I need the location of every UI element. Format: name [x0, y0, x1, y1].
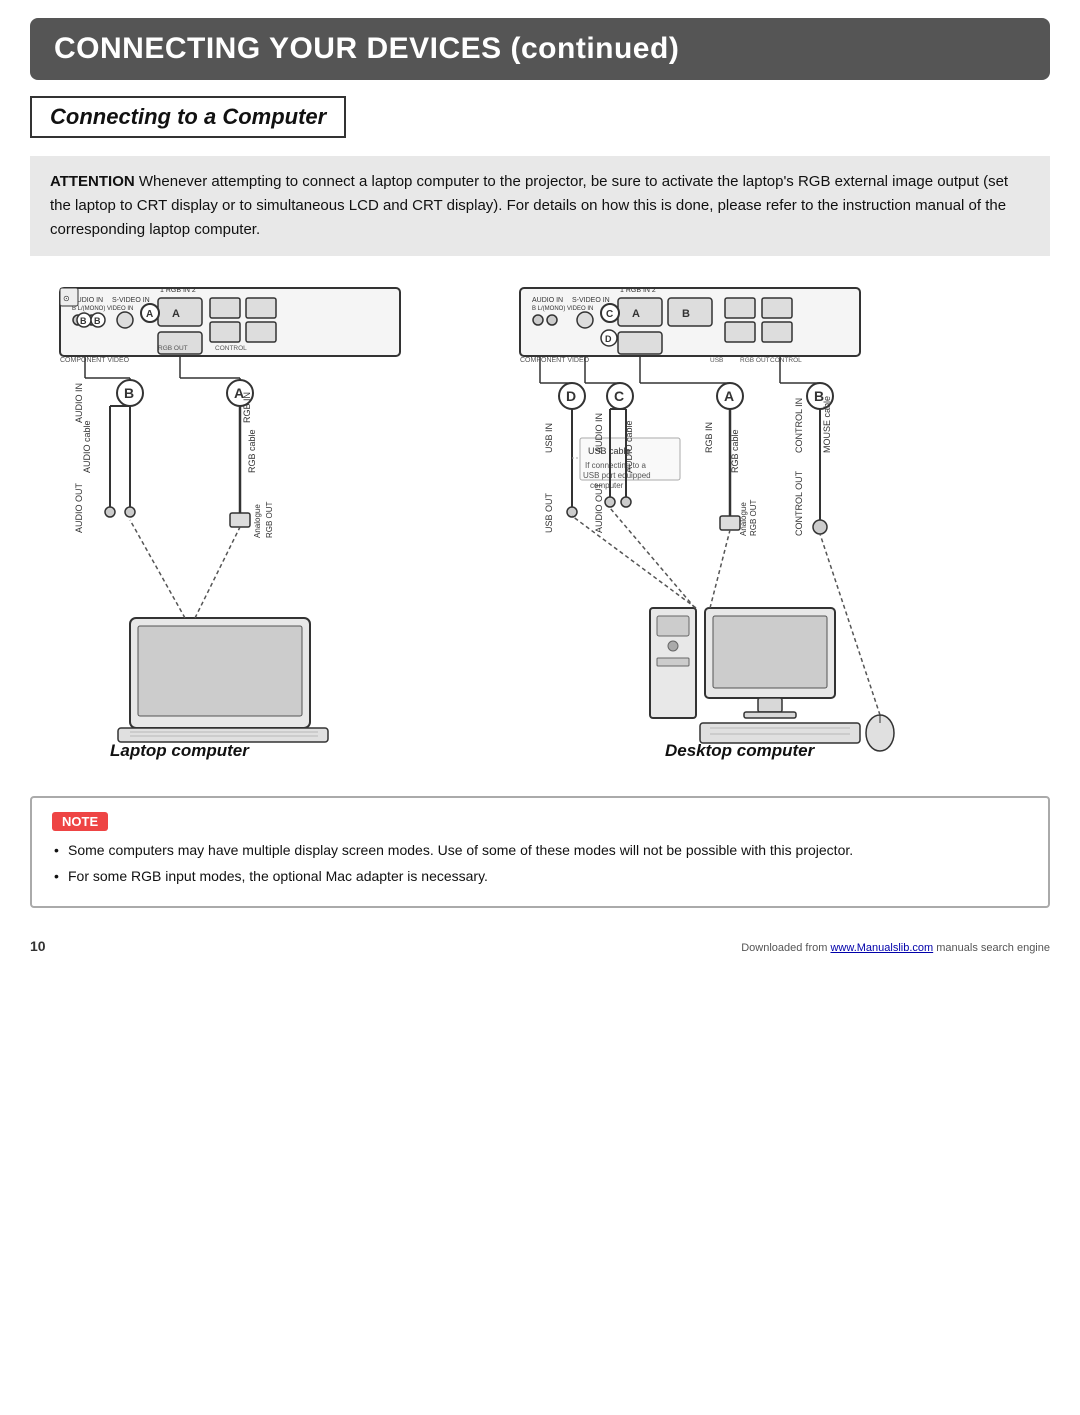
page-container: CONNECTING YOUR DEVICES (continued) Conn…: [0, 18, 1080, 1415]
attention-label: ATTENTION: [50, 173, 135, 190]
svg-text:Analogue: Analogue: [253, 504, 262, 538]
svg-text:AUDIO IN: AUDIO IN: [594, 413, 604, 453]
svg-text:C: C: [614, 388, 624, 404]
note-item-1: Some computers may have multiple display…: [52, 839, 1028, 861]
svg-text:CONTROL: CONTROL: [215, 345, 247, 352]
svg-text:RGB cable: RGB cable: [730, 429, 740, 473]
section-title: Connecting to a Computer: [50, 104, 326, 130]
svg-text:RGB OUT: RGB OUT: [749, 499, 758, 536]
svg-text:Laptop computer: Laptop computer: [110, 741, 250, 760]
svg-text:AUDIO IN: AUDIO IN: [532, 297, 563, 304]
svg-text:A: A: [146, 309, 153, 320]
svg-text:AUDIO cable: AUDIO cable: [82, 420, 92, 473]
note-box: NOTE Some computers may have multiple di…: [30, 796, 1050, 908]
svg-text:B: B: [682, 308, 690, 320]
note-label: NOTE: [52, 812, 108, 831]
page-title: CONNECTING YOUR DEVICES (continued): [54, 32, 1026, 66]
svg-text:AUDIO IN: AUDIO IN: [74, 383, 84, 423]
svg-text:CONTROL OUT: CONTROL OUT: [794, 470, 804, 536]
svg-text:Analogue: Analogue: [739, 502, 748, 536]
svg-text:B L/(MONO) VIDEO IN: B L/(MONO) VIDEO IN: [72, 306, 133, 312]
desktop-diagram-svg: AUDIO IN B L/(MONO) VIDEO IN S-VIDEO IN …: [510, 278, 1040, 768]
diagram-left: AUDIO IN B L/(MONO) VIDEO IN S-VIDEO IN …: [30, 278, 490, 772]
svg-text:C: C: [606, 309, 613, 320]
svg-text:B: B: [80, 316, 87, 326]
header-banner: CONNECTING YOUR DEVICES (continued): [30, 18, 1050, 80]
svg-text:RGB cable: RGB cable: [247, 429, 257, 473]
svg-text:USB port equipped: USB port equipped: [583, 471, 651, 480]
svg-text:B L/(MONO) VIDEO IN: B L/(MONO) VIDEO IN: [532, 306, 593, 312]
diagram-right: AUDIO IN B L/(MONO) VIDEO IN S-VIDEO IN …: [510, 278, 1050, 772]
svg-text:RGB OUT: RGB OUT: [158, 345, 188, 352]
svg-text:S-VIDEO IN: S-VIDEO IN: [112, 297, 150, 304]
svg-text:COMPONENT VIDEO: COMPONENT VIDEO: [60, 357, 130, 364]
manualslib-link[interactable]: www.Manualslib.com: [830, 942, 933, 954]
svg-text:RGB OUT: RGB OUT: [265, 501, 274, 538]
svg-text:A: A: [724, 388, 734, 404]
svg-text:Desktop computer: Desktop computer: [665, 741, 816, 760]
svg-text:A: A: [632, 308, 640, 320]
svg-text:S-VIDEO IN: S-VIDEO IN: [572, 297, 610, 304]
svg-text:1 RGB IN 2: 1 RGB IN 2: [620, 287, 656, 294]
laptop-diagram-svg: AUDIO IN B L/(MONO) VIDEO IN S-VIDEO IN …: [30, 278, 470, 768]
svg-text:USB OUT: USB OUT: [544, 492, 554, 533]
page-footer: 10 Downloaded from www.Manualslib.com ma…: [30, 938, 1050, 954]
svg-text:⊙: ⊙: [63, 294, 70, 303]
page-number: 10: [30, 938, 46, 954]
svg-text:B: B: [124, 385, 134, 401]
svg-text:RGB OUT: RGB OUT: [740, 357, 770, 364]
svg-text:AUDIO OUT: AUDIO OUT: [74, 482, 84, 533]
svg-text:D: D: [605, 334, 612, 344]
svg-text:AUDIO cable: AUDIO cable: [624, 420, 634, 473]
footer-link: Downloaded from www.Manualslib.com manua…: [741, 942, 1050, 954]
section-title-box: Connecting to a Computer: [30, 96, 346, 138]
attention-box: ATTENTION Whenever attempting to connect…: [30, 156, 1050, 256]
diagram-area: AUDIO IN B L/(MONO) VIDEO IN S-VIDEO IN …: [30, 278, 1050, 772]
note-item-2: For some RGB input modes, the optional M…: [52, 865, 1028, 887]
svg-text:If connecting to a: If connecting to a: [585, 461, 646, 470]
svg-text:USB: USB: [710, 357, 723, 364]
svg-text:A: A: [172, 308, 180, 320]
svg-text:CONTROL IN: CONTROL IN: [794, 398, 804, 453]
svg-text:CONTROL: CONTROL: [770, 357, 802, 364]
svg-text:RGB IN: RGB IN: [242, 392, 252, 423]
svg-text:COMPONENT VIDEO: COMPONENT VIDEO: [520, 357, 590, 364]
svg-text:RGB IN: RGB IN: [704, 422, 714, 453]
svg-text:B: B: [94, 316, 101, 326]
attention-text: Whenever attempting to connect a laptop …: [50, 173, 1008, 238]
svg-text:USB IN: USB IN: [544, 423, 554, 453]
svg-text:AUDIO OUT: AUDIO OUT: [594, 482, 604, 533]
svg-text:MOUSE cable: MOUSE cable: [822, 396, 832, 453]
svg-text:D: D: [566, 388, 576, 404]
svg-text:1 RGB IN 2: 1 RGB IN 2: [160, 287, 196, 294]
